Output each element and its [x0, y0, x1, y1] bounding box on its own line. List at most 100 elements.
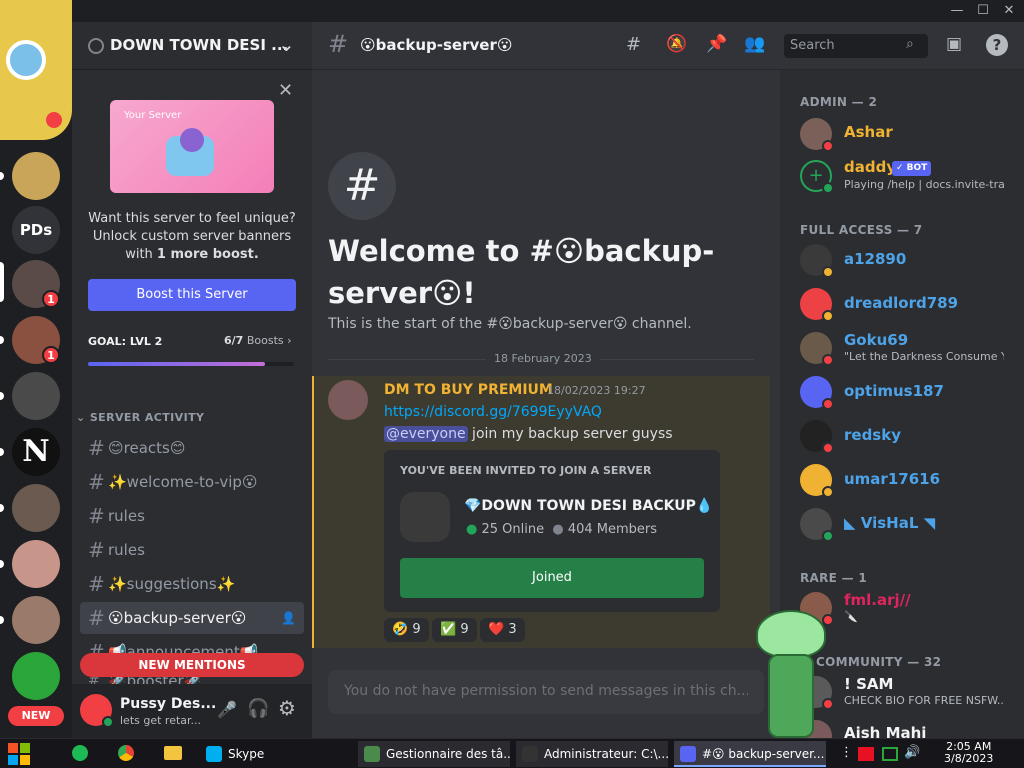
channel-rules-2[interactable]: # rules — [80, 534, 304, 566]
member-group-full-access: FULL ACCESS — 7 — [800, 223, 923, 237]
discord-icon — [680, 746, 696, 762]
microphone-icon[interactable]: 🎤 — [217, 700, 237, 719]
threads-icon[interactable]: # — [626, 34, 641, 55]
member-row-optimus187[interactable]: optimus187 — [780, 374, 1024, 414]
composer-placeholder: You do not have permission to send messa… — [344, 683, 748, 699]
channel-backup-server[interactable]: # 😮backup-server😮 👤 — [80, 602, 304, 634]
new-unreads-badge[interactable]: NEW — [8, 706, 64, 726]
invite-server-name: 💎DOWN TOWN DESI BACKUP💧 — [464, 498, 714, 514]
windows-start-icon[interactable] — [8, 743, 30, 765]
task-manager-icon — [364, 746, 380, 762]
boost-progress-fill — [88, 362, 266, 366]
boost-promo-text: Want this server to feel unique? Unlock … — [88, 211, 296, 262]
joined-button[interactable]: Joined — [400, 558, 704, 598]
server-name: DOWN TOWN DESI ... — [110, 36, 289, 54]
invite-link[interactable]: https://discord.gg/7699EyyVAQ — [384, 404, 602, 420]
message-text: @everyone join my backup server guyss — [384, 426, 673, 442]
status-dot — [822, 486, 834, 498]
member-group-admin: ADMIN — 2 — [800, 95, 878, 109]
member-row-ashar[interactable]: Ashar — [780, 114, 1024, 154]
mute-bell-icon[interactable]: 🔕 — [666, 34, 687, 54]
chrome-icon[interactable] — [118, 745, 134, 761]
taskbar-task-manager[interactable]: Gestionnaire des tâ... — [358, 741, 510, 767]
folder-icon[interactable] — [164, 746, 182, 760]
member-name: Goku69 — [844, 331, 909, 349]
server-icon-7[interactable] — [12, 540, 60, 588]
member-row-a12890[interactable]: a12890 — [780, 242, 1024, 282]
member-row-umar17616[interactable]: umar17616 — [780, 462, 1024, 502]
server-header[interactable]: DOWN TOWN DESI ... ⌄ — [72, 22, 312, 70]
message-author[interactable]: DM TO BUY PREMIUM — [384, 382, 553, 398]
chevron-down-icon: ⌄ — [278, 32, 295, 56]
spotify-icon[interactable] — [72, 745, 88, 761]
taskbar-skype[interactable]: Skype — [200, 741, 352, 767]
channel-hash-icon: # — [328, 30, 349, 58]
everyone-mention[interactable]: @everyone — [384, 426, 468, 442]
member-row-daddy[interactable]: + daddy ✓ BOT Playing /help | docs.invit… — [780, 156, 1024, 196]
tray-volume-icon[interactable]: 🔊 — [904, 745, 920, 760]
skype-icon — [206, 746, 222, 762]
member-name: ◣ VisHaL ◥ — [844, 514, 936, 532]
maximize-button[interactable]: ☐ — [970, 0, 996, 22]
server-icon-4[interactable] — [12, 372, 60, 420]
server-icon-n[interactable]: N — [12, 428, 60, 476]
unread-badge: 1 — [42, 290, 60, 308]
channel-sidebar: DOWN TOWN DESI ... ⌄ ✕ Your Server Want … — [72, 22, 312, 738]
server-icon-6[interactable] — [12, 484, 60, 532]
server-icon-9[interactable] — [12, 652, 60, 700]
date-divider: 18 February 2023 — [486, 352, 600, 365]
reaction-rofl[interactable]: 🤣 9 — [384, 618, 429, 642]
status-dot — [822, 398, 834, 410]
inbox-icon[interactable]: ▣ — [946, 34, 962, 54]
message-composer[interactable]: You do not have permission to send messa… — [328, 670, 764, 714]
reaction-heart[interactable]: ❤️ 3 — [480, 618, 525, 642]
member-name: umar17616 — [844, 470, 941, 488]
headphones-icon[interactable]: 🎧 — [247, 698, 269, 719]
boost-count[interactable]: 6/7 Boosts › — [224, 334, 292, 347]
user-status: lets get retar... — [120, 714, 202, 727]
reaction-check[interactable]: ✅ 9 — [432, 618, 477, 642]
add-member-icon[interactable]: 👤 — [281, 602, 296, 634]
pin-icon[interactable]: 📌 — [706, 34, 727, 54]
member-row-dreadlord789[interactable]: dreadlord789 — [780, 286, 1024, 326]
channel-welcome-to-vip[interactable]: # ✨welcome-to-vip😮 — [80, 466, 304, 498]
author-avatar[interactable] — [328, 380, 368, 420]
gear-icon[interactable]: ⚙ — [278, 696, 296, 720]
taskbar-discord[interactable]: #😮 backup-server... — [674, 741, 826, 767]
tray-flag-icon[interactable] — [858, 747, 874, 761]
channel-suggestions[interactable]: # ✨suggestions✨ — [80, 568, 304, 600]
tray-network-icon[interactable] — [882, 747, 898, 761]
selected-pill — [0, 262, 4, 302]
member-list: ADMIN — 2 Ashar + daddy ✓ BOT Playing /h… — [756, 70, 1024, 738]
tray-overflow-icon[interactable]: ⋮ — [840, 745, 853, 760]
status-dot — [822, 354, 834, 366]
clock[interactable]: 2:05 AM 3/8/2023 — [944, 741, 993, 765]
minimize-button[interactable]: — — [944, 0, 970, 22]
unread-pill — [0, 448, 4, 456]
member-name: Aish Mahi — [844, 724, 927, 738]
member-row-vishal[interactable]: ◣ VisHaL ◥ — [780, 506, 1024, 546]
welcome-subtitle: This is the start of the #😮backup-server… — [328, 316, 692, 332]
new-mentions-banner[interactable]: NEW MENTIONS — [80, 653, 304, 677]
help-icon[interactable]: ? — [986, 34, 1008, 56]
channel-rules-1[interactable]: # rules — [80, 500, 304, 532]
close-icon[interactable]: ✕ — [278, 80, 293, 101]
member-row-goku69[interactable]: Goku69 "Let the Darkness Consume Y... — [780, 330, 1024, 370]
search-icon: ⌕ — [906, 36, 914, 52]
banner-title: Your Server — [124, 110, 182, 121]
taskbar-admin-console[interactable]: Administrateur: C:\... — [516, 741, 668, 767]
member-row-redsky[interactable]: redsky — [780, 418, 1024, 458]
close-button[interactable]: ✕ — [996, 0, 1022, 22]
server-icon-pds[interactable]: PDs — [12, 206, 60, 254]
category-server-activity[interactable]: ⌄ SERVER ACTIVITY — [76, 411, 204, 424]
channel-reacts[interactable]: # 😊reacts😊 — [80, 432, 304, 464]
boost-server-button[interactable]: Boost this Server — [88, 279, 296, 311]
search-input[interactable]: Search ⌕ — [784, 34, 928, 58]
status-dot — [822, 310, 834, 322]
server-icon-0[interactable] — [12, 152, 60, 200]
status-dot — [822, 140, 834, 152]
member-list-icon[interactable]: 👥 — [744, 34, 765, 54]
server-icon-8[interactable] — [12, 596, 60, 644]
unread-pill — [0, 504, 4, 512]
message-timestamp: 18/02/2023 19:27 — [547, 384, 646, 397]
